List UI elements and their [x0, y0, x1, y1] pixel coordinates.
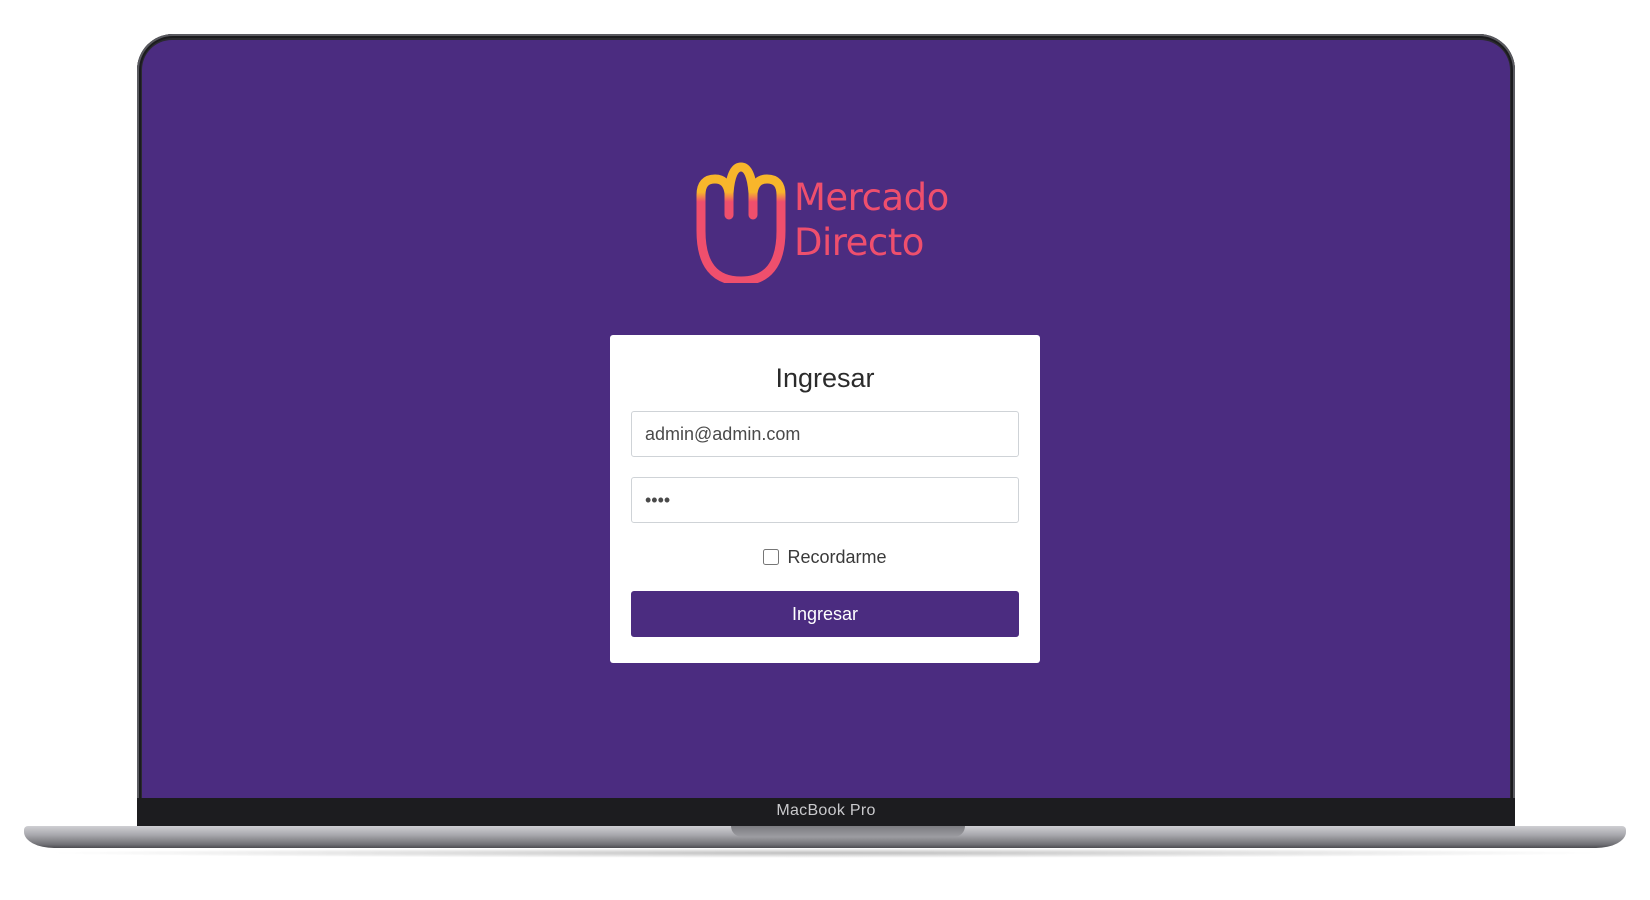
remember-checkbox[interactable] [763, 549, 780, 565]
shopping-bag-m-icon [696, 162, 786, 283]
screen-bezel-bottom: MacBook Pro [137, 798, 1515, 826]
password-field[interactable] [631, 477, 1019, 523]
brand-name: Mercado Directo [794, 175, 949, 265]
laptop-base-notch [731, 826, 965, 837]
remember-me[interactable]: Recordarme [631, 545, 1019, 569]
app-screen: Mercado Directo Ingresar Recordarme Ingr… [142, 40, 1510, 798]
laptop-base [24, 826, 1626, 848]
login-title: Ingresar [775, 363, 875, 393]
email-field[interactable] [631, 411, 1019, 457]
laptop-shadow [40, 848, 1610, 858]
laptop-mockup: Mercado Directo Ingresar Recordarme Ingr… [0, 0, 1650, 900]
device-model-label: MacBook Pro [776, 802, 876, 819]
remember-label: Recordarme [787, 546, 887, 567]
login-button[interactable]: Ingresar [631, 591, 1019, 637]
brand-name-line2: Directo [794, 221, 924, 264]
brand-logo: Mercado Directo [689, 153, 959, 283]
brand-name-line1: Mercado [794, 176, 949, 219]
login-card: Ingresar Recordarme Ingresar [610, 335, 1040, 663]
